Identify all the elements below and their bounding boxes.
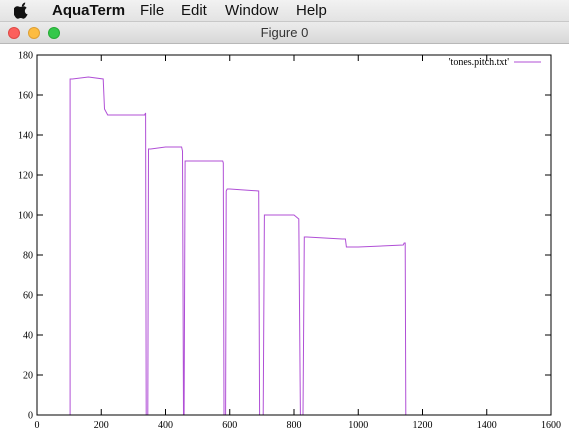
menu-bar: AquaTerm File Edit Window Help	[0, 0, 569, 22]
y-tick-label: 120	[18, 171, 33, 182]
x-tick-label: 200	[94, 420, 109, 431]
series-line	[37, 76, 551, 416]
y-tick-label: 140	[18, 131, 33, 142]
x-tick-label: 1200	[413, 420, 433, 431]
y-tick-label: 60	[23, 291, 33, 302]
x-tick-label: 0	[35, 420, 40, 431]
menu-app-name[interactable]: AquaTerm	[52, 2, 125, 20]
y-tick-label: 0	[28, 411, 33, 422]
menu-file[interactable]: File	[140, 2, 164, 20]
legend: 'tones.pitch.txt'	[449, 57, 541, 68]
menu-help[interactable]: Help	[296, 2, 327, 20]
tick-labels: 0 200 400 600 800 1000 1200 1400 1600 0 20 40 60 80 10…	[18, 51, 561, 432]
plot-area: 0 200 400 600 800 1000 1200 1400 1600 0 20 40 60 80 10…	[18, 51, 561, 432]
figure-window: Figure 0 0 200 400 600 800 1000 1200 1400 1600 0 2…	[0, 22, 569, 446]
x-tick-label: 1600	[541, 420, 561, 431]
x-tick-label: 1000	[348, 420, 368, 431]
y-tick-label: 40	[23, 331, 33, 342]
x-tick-label: 400	[158, 420, 173, 431]
plot-frame	[36, 54, 552, 416]
y-tick-label: 160	[18, 91, 33, 102]
menu-edit[interactable]: Edit	[181, 2, 207, 20]
y-tick-label: 180	[18, 51, 33, 62]
legend-label: 'tones.pitch.txt'	[449, 57, 509, 68]
window-title: Figure 0	[260, 25, 309, 40]
y-tick-label: 80	[23, 251, 33, 262]
x-tick-label: 800	[287, 420, 302, 431]
x-tick-label: 600	[222, 420, 237, 431]
axis-ticks	[36, 54, 552, 416]
y-tick-label: 100	[18, 211, 33, 222]
apple-logo-icon[interactable]	[14, 2, 30, 19]
menu-window[interactable]: Window	[225, 2, 278, 20]
window-titlebar[interactable]: Figure 0	[0, 22, 569, 44]
x-tick-label: 1400	[477, 420, 497, 431]
y-tick-label: 20	[23, 371, 33, 382]
